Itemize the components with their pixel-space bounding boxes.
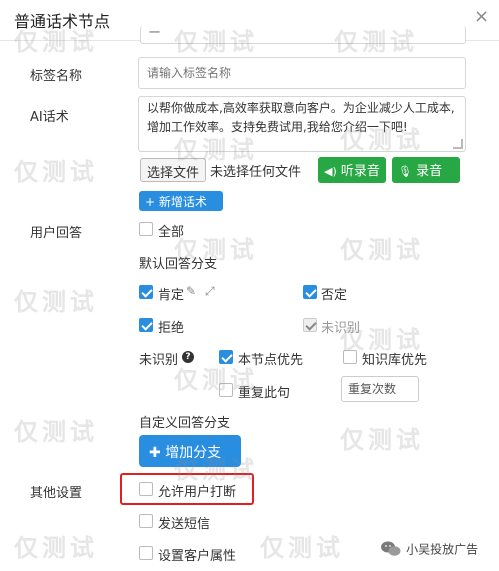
expand-icon[interactable]: ⤢ xyxy=(205,284,215,299)
watermark: 仅测试 xyxy=(14,418,98,446)
no-file-text: 未选择任何文件 xyxy=(210,165,302,180)
footer-brand-text: 小吴投放广告 xyxy=(406,542,479,557)
footer-brand: 小吴投放广告 xyxy=(380,540,478,560)
repeat-sentence-label: 重复此句 xyxy=(238,386,291,401)
plus-icon: ✚ xyxy=(149,445,161,461)
affirm-label: 肯定 xyxy=(158,288,185,303)
all-checkbox[interactable] xyxy=(139,222,153,236)
new-script-button[interactable]: + 新增话术 xyxy=(139,191,223,211)
custom-branch-title: 自定义回答分支 xyxy=(139,416,231,431)
choose-file-button[interactable]: 选择文件 xyxy=(140,158,206,182)
allow-interrupt-checkbox[interactable] xyxy=(139,482,153,496)
watermark: 仅测试 xyxy=(14,534,98,562)
ai-script-textarea[interactable]: 以帮你做成本,高效率获取意向客户。为企业减少人工成本,增加工作效率。支持免费试用… xyxy=(138,96,466,152)
edit-icon[interactable]: ✎ xyxy=(186,284,196,298)
kb-priority-checkbox[interactable] xyxy=(343,350,357,364)
listen-button-label: 听录音 xyxy=(340,164,380,179)
tag-name-label: 标签名称 xyxy=(30,69,83,84)
send-sms-label: 发送短信 xyxy=(158,517,211,532)
watermark: 仅测试 xyxy=(340,426,424,454)
record-button-label: 录音 xyxy=(416,164,443,179)
watermark: 仅测试 xyxy=(14,288,98,316)
ai-script-text: 以帮你做成本,高效率获取意向客户。为企业减少人工成本,增加工作效率。支持免费试用… xyxy=(147,101,455,134)
send-sms-checkbox[interactable] xyxy=(139,514,153,528)
negate-label: 否定 xyxy=(321,288,348,303)
top-partial-value: 一 xyxy=(149,26,160,39)
listen-button[interactable]: ◀) 听录音 xyxy=(318,157,386,183)
unrecognized-option-label: 未识别 xyxy=(321,321,361,336)
negate-checkbox[interactable] xyxy=(303,285,317,299)
repeat-sentence-checkbox[interactable] xyxy=(219,383,233,397)
help-icon[interactable]: ? xyxy=(182,351,194,363)
tag-name-input[interactable] xyxy=(138,57,466,89)
watermark: 仅测试 xyxy=(260,534,344,562)
set-customer-attr-label: 设置客户属性 xyxy=(158,549,237,564)
repeat-count-input[interactable]: 重复次数 xyxy=(341,376,419,402)
reject-checkbox[interactable] xyxy=(139,318,153,332)
wechat-icon xyxy=(381,541,401,556)
node-priority-label: 本节点优先 xyxy=(238,353,304,368)
record-button[interactable]: 🎙 录音 xyxy=(392,157,460,183)
node-priority-checkbox[interactable] xyxy=(219,350,233,364)
add-branch-button[interactable]: ✚ 增加分支 xyxy=(139,435,241,467)
close-icon[interactable]: × xyxy=(474,6,489,27)
kb-priority-label: 知识库优先 xyxy=(362,353,428,368)
unrecognized-checkbox xyxy=(303,318,317,332)
default-branch-title: 默认回答分支 xyxy=(139,257,218,272)
add-branch-label: 增加分支 xyxy=(165,445,222,461)
all-label: 全部 xyxy=(158,225,185,240)
unrecognized-label: 未识别 xyxy=(139,353,179,368)
top-partial-input[interactable]: 一 xyxy=(140,26,466,44)
mic-icon: 🎙 xyxy=(398,165,412,178)
other-settings-label: 其他设置 xyxy=(30,486,83,501)
speaker-icon: ◀) xyxy=(324,165,337,178)
watermark: 仅测试 xyxy=(340,236,424,264)
user-answer-label: 用户回答 xyxy=(30,226,83,241)
ai-script-label: AI话术 xyxy=(30,110,69,125)
set-customer-attr-checkbox[interactable] xyxy=(139,546,153,560)
watermark: 仅测试 xyxy=(14,158,98,186)
reject-label: 拒绝 xyxy=(158,321,185,336)
dialog-title: 普通话术节点 xyxy=(14,12,111,31)
allow-interrupt-label: 允许用户打断 xyxy=(158,485,237,500)
affirm-checkbox[interactable] xyxy=(139,285,153,299)
resize-grip-icon[interactable] xyxy=(453,139,463,149)
